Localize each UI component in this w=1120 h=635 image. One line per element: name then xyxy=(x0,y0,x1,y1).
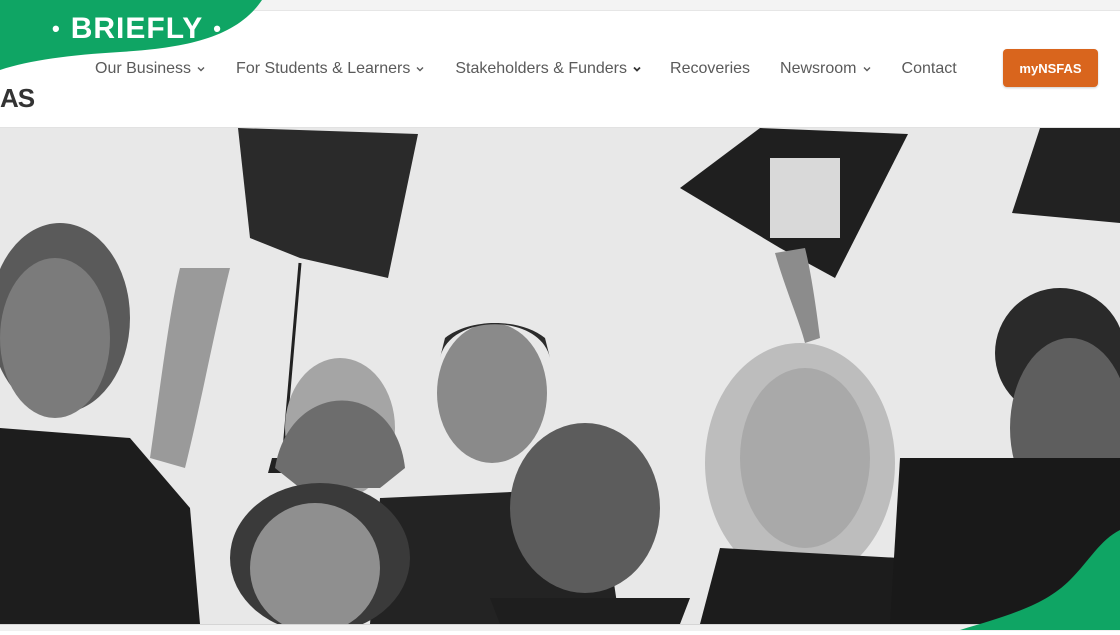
nav-label: Stakeholders & Funders xyxy=(455,60,628,77)
nav-label: Recoveries xyxy=(670,60,751,77)
nav-recoveries[interactable]: Recoveries xyxy=(670,60,750,78)
nav-label: Newsroom xyxy=(780,60,857,77)
mynsfas-button[interactable]: myNSFAS xyxy=(1003,49,1098,87)
nav-label: Contact xyxy=(901,60,957,77)
briefly-logo: BRIEFLY xyxy=(70,12,204,45)
nav-contact[interactable]: Contact xyxy=(902,60,957,78)
briefly-watermark: • BRIEFLY • xyxy=(0,0,262,70)
chevron-down-icon xyxy=(632,64,642,74)
chevron-down-icon xyxy=(415,64,425,74)
briefly-corner-badge xyxy=(950,530,1120,630)
site-logo[interactable]: AS xyxy=(0,83,35,114)
nav-label: For Students & Learners xyxy=(236,60,411,77)
nav-stakeholders[interactable]: Stakeholders & Funders xyxy=(455,60,642,78)
chevron-down-icon xyxy=(862,64,872,74)
nav-newsroom[interactable]: Newsroom xyxy=(780,60,871,78)
nav-for-students[interactable]: For Students & Learners xyxy=(236,60,425,78)
